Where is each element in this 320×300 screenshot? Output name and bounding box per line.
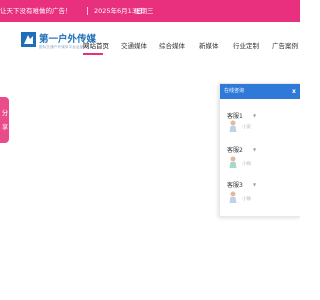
nav-item-ad-cases[interactable]: 广告案例 bbox=[272, 40, 298, 50]
online-service-panel: 在线咨询 x 客服1 ▼ 小皮 客服2 ▼ 小梅 客服3 ▼ 小静 bbox=[219, 83, 300, 217]
top-divider bbox=[87, 7, 88, 15]
top-weekday: 星期三 bbox=[134, 7, 154, 15]
nav-item-new-media[interactable]: 新媒体 bbox=[199, 40, 219, 50]
service-panel-title: 在线咨询 bbox=[224, 88, 245, 94]
service-group-3-label[interactable]: 客服3 bbox=[227, 180, 243, 189]
top-slogan: 让天下没有难做的广告！ bbox=[0, 7, 72, 15]
service-agent-3-name[interactable]: 小静 bbox=[242, 196, 251, 202]
page: 让天下没有难做的广告！ 2025年6月13日 星期三 第一户外传媒 国际交通户外… bbox=[0, 0, 300, 300]
avatar-icon[interactable] bbox=[229, 120, 237, 132]
service-agent-1-name[interactable]: 小皮 bbox=[242, 124, 251, 130]
service-group-1-label[interactable]: 客服1 bbox=[227, 111, 243, 120]
top-bar: 让天下没有难做的广告！ 2025年6月13日 星期三 bbox=[0, 0, 300, 22]
avatar-icon[interactable] bbox=[229, 191, 237, 203]
nav-item-industry-custom[interactable]: 行业定制 bbox=[233, 40, 259, 50]
nav-item-transport-media[interactable]: 交通媒体 bbox=[121, 40, 147, 50]
nav-active-indicator bbox=[83, 53, 103, 55]
chevron-down-icon[interactable]: ▼ bbox=[253, 182, 256, 187]
avatar-icon[interactable] bbox=[229, 156, 237, 168]
service-panel-header: 在线咨询 x bbox=[220, 84, 300, 99]
nav-item-home[interactable]: 网站首页 bbox=[83, 40, 109, 50]
chevron-down-icon[interactable]: ▼ bbox=[253, 113, 256, 118]
close-icon[interactable]: x bbox=[292, 84, 296, 99]
share-tab-char-2: 享 bbox=[1, 123, 9, 131]
service-agent-2-name[interactable]: 小梅 bbox=[242, 161, 251, 167]
service-group-2-label[interactable]: 客服2 bbox=[227, 145, 243, 154]
chevron-down-icon[interactable]: ▼ bbox=[253, 147, 256, 152]
nav-item-integrated-media[interactable]: 综合媒体 bbox=[159, 40, 185, 50]
logo-icon bbox=[21, 32, 36, 47]
logo-subtitle: 国际交通户外媒体平台运营商 bbox=[39, 45, 88, 49]
share-tab-char-1: 分 bbox=[1, 109, 9, 117]
share-tab[interactable]: 分 享 bbox=[0, 97, 9, 143]
